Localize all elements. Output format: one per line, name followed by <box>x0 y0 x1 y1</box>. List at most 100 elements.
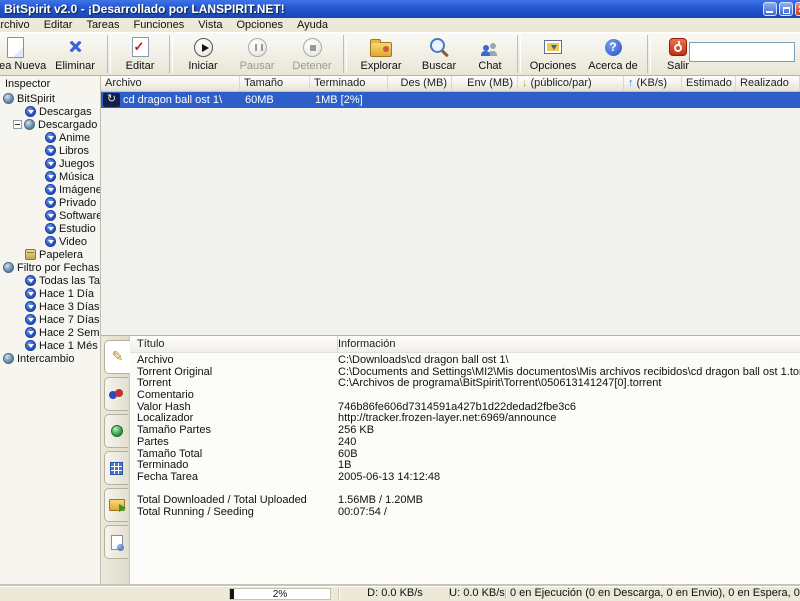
detail-info: 1.56MB / 1.20MB <box>338 495 423 507</box>
inspector-sidebar: Inspector BitSpirit Descargas Descargado… <box>0 76 101 586</box>
sidebar-item-libros[interactable]: Libros <box>0 144 100 157</box>
detail-info: 1B <box>338 460 352 472</box>
download-category-icon <box>25 275 36 286</box>
sidebar-item-privado[interactable]: Privado <box>0 196 100 209</box>
sidebar-item-hace-2-semanas[interactable]: Hace 2 Semanas <box>0 326 100 339</box>
button-label: Chat <box>478 60 502 72</box>
sidebar-item-estudio[interactable]: Estudio <box>0 222 100 235</box>
details-column-titulo[interactable]: Título <box>130 336 338 352</box>
column-terminado[interactable]: Terminado <box>310 76 388 91</box>
sidebar-item-hace-3-dias[interactable]: Hace 3 Días <box>0 300 100 313</box>
menu-opciones[interactable]: Opciones <box>231 18 291 32</box>
sidebar-item-juegos[interactable]: Juegos <box>0 157 100 170</box>
menu-archivo[interactable]: Archivo <box>0 18 38 32</box>
tree-label: Todas las Tareas <box>39 274 100 287</box>
download-category-icon <box>25 288 36 299</box>
tab-tracker[interactable] <box>104 414 128 448</box>
sidebar-item-imagenes[interactable]: Imágenes <box>0 183 100 196</box>
detail-info: 2005-06-13 14:12:48 <box>338 471 441 483</box>
sidebar-item-hace-1-dia[interactable]: Hace 1 Día <box>0 287 100 300</box>
download-category-icon <box>25 314 36 325</box>
chat-button[interactable]: Chat <box>466 33 514 75</box>
tab-files[interactable] <box>104 488 128 522</box>
up-arrow-icon <box>628 77 637 89</box>
search-button[interactable]: Buscar <box>412 33 466 75</box>
task-row-selected[interactable]: cd dragon ball ost 1\ 60MB 1MB [2%] <box>101 92 800 108</box>
sidebar-item-descargas[interactable]: Descargas <box>0 105 100 118</box>
detail-row: Torrent C:\Archivos de programa\BitSpirit… <box>130 378 800 390</box>
detail-title: Fecha Tarea <box>137 471 198 483</box>
sidebar-item-intercambio[interactable]: Intercambio <box>0 352 100 365</box>
sidebar-item-bitspirit[interactable]: BitSpirit <box>0 92 100 105</box>
sidebar-item-software[interactable]: Software <box>0 209 100 222</box>
tab-peers[interactable] <box>104 377 128 411</box>
menu-tareas[interactable]: Tareas <box>80 18 127 32</box>
trash-icon <box>25 249 36 260</box>
search-input[interactable] <box>689 42 795 62</box>
detail-row: Torrent Original C:\Documents and Setting… <box>130 367 800 379</box>
sidebar-item-hace-7-dias[interactable]: Hace 7 Días <box>0 313 100 326</box>
tree-label: Imágenes <box>59 183 100 196</box>
sidebar-item-hace-1-mes[interactable]: Hace 1 Més <box>0 339 100 352</box>
detail-title: Tamaño Partes <box>137 425 211 437</box>
folder-icon <box>370 36 392 58</box>
download-category-icon <box>45 197 56 208</box>
sidebar-item-papelera[interactable]: Papelera <box>0 248 100 261</box>
options-button[interactable]: Opciones <box>524 33 582 75</box>
menu-ayuda[interactable]: Ayuda <box>291 18 336 32</box>
column-des-mb[interactable]: Des (MB) <box>388 76 452 91</box>
edit-button[interactable]: Editar <box>114 33 166 75</box>
tab-pieces[interactable] <box>104 451 128 485</box>
sidebar-item-anime[interactable]: Anime <box>0 131 100 144</box>
column-publico-par[interactable]: (público/par) <box>518 76 624 91</box>
button-label: Detener <box>292 60 332 72</box>
pause-button: Pausar <box>230 33 284 75</box>
start-button[interactable]: Iniciar <box>176 33 230 75</box>
about-button[interactable]: Acerca de <box>582 33 644 75</box>
details-rows: Archivo C:\Downloads\cd dragon ball ost 1… <box>130 353 800 519</box>
tree-label: Hace 2 Semanas <box>39 326 100 339</box>
menu-funciones[interactable]: Funciones <box>127 18 192 32</box>
menu-vista[interactable]: Vista <box>192 18 230 32</box>
sidebar-item-filtro-por-fechas[interactable]: Filtro por Fechas <box>0 261 100 274</box>
detail-info: C:\Archivos de programa\BitSpirit\Torren… <box>338 378 662 390</box>
button-label: Explorar <box>360 60 402 72</box>
tree-label: Hace 1 Més <box>39 339 98 352</box>
explore-button[interactable]: Explorar <box>350 33 412 75</box>
menu-editar[interactable]: Editar <box>38 18 81 32</box>
column-kbs[interactable]: (KB/s) <box>624 76 682 91</box>
details-content: Título Información Archivo C:\Downloads\c… <box>130 336 800 586</box>
column-env-mb[interactable]: Env (MB) <box>452 76 518 91</box>
sidebar-item-todas-las-tareas[interactable]: Todas las Tareas <box>0 274 100 287</box>
tab-general[interactable] <box>104 340 130 374</box>
sidebar-item-musica[interactable]: Música <box>0 170 100 183</box>
column-estimado[interactable]: Estimado <box>682 76 736 91</box>
task-list-header: Archivo Tamaño Terminado Des (MB) Env (M… <box>101 76 800 92</box>
column-tamano[interactable]: Tamaño <box>240 76 310 91</box>
tree-label: Libros <box>59 144 89 157</box>
detail-info: 256 KB <box>338 425 375 437</box>
sidebar-item-descargado[interactable]: Descargado <box>0 118 100 131</box>
detail-row: Tamaño Partes 256 KB <box>130 425 800 437</box>
pieces-icon <box>110 461 123 475</box>
title-bar: BitSpirit v2.0 - ¡Desarrollado por LANSP… <box>0 0 800 18</box>
toolbar: Tarea Nueva Eliminar Editar Iniciar Paus… <box>0 32 800 76</box>
column-realizado[interactable]: Realizado <box>736 76 800 91</box>
minimize-button[interactable] <box>763 2 777 16</box>
details-column-informacion[interactable]: Información <box>338 336 800 352</box>
detail-row: Total Downloaded / Total Uploaded 1.56MB … <box>130 495 800 507</box>
close-button[interactable] <box>795 2 800 16</box>
column-archivo[interactable]: Archivo <box>101 76 240 91</box>
button-label: Editar <box>125 60 155 72</box>
tab-log[interactable] <box>104 525 128 559</box>
toolbar-separator <box>169 35 173 73</box>
delete-button[interactable]: Eliminar <box>46 33 104 75</box>
button-label: Acerca de <box>588 60 638 72</box>
tree-label: Descargado <box>38 118 98 131</box>
sidebar-item-video[interactable]: Video <box>0 235 100 248</box>
new-task-button[interactable]: Tarea Nueva <box>0 33 46 75</box>
restore-button[interactable] <box>779 2 793 16</box>
collapse-minus-icon[interactable] <box>13 120 22 129</box>
edit-note-icon <box>131 36 149 58</box>
recycle-task-icon <box>103 93 120 107</box>
